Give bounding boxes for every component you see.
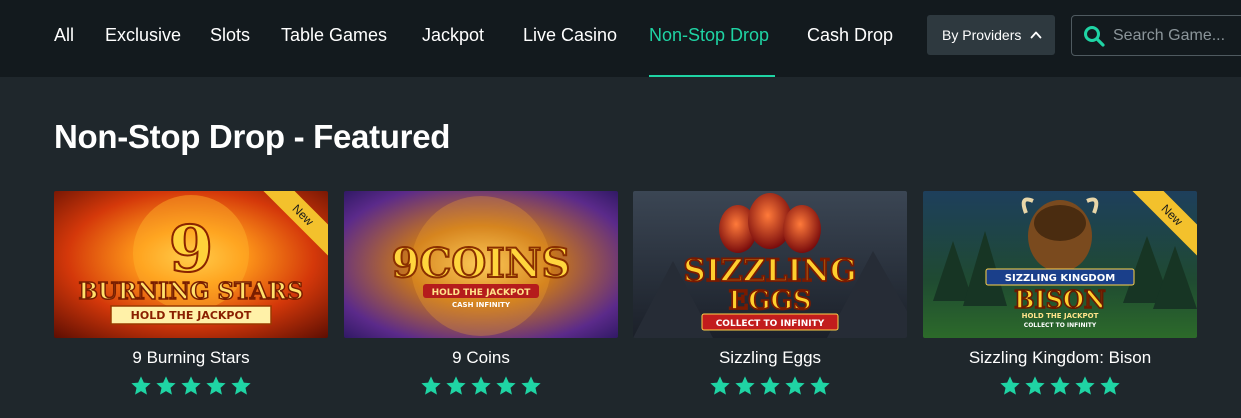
logo-sub2-text: COLLECT TO INFINITY — [1024, 322, 1097, 329]
star-icon — [735, 376, 755, 395]
star-icon — [785, 376, 805, 395]
game-thumbnail[interactable]: SIZZLING KINGDOM BISON HOLD THE JACKPOT … — [923, 191, 1197, 338]
logo-sub-text: HOLD THE JACKPOT — [1022, 312, 1099, 320]
search-box — [1071, 15, 1241, 56]
logo-top-text: SIZZLING KINGDOM — [1005, 273, 1115, 284]
nav-item-cash-drop[interactable]: Cash Drop — [807, 22, 893, 48]
logo-sub-text: HOLD THE JACKPOT — [432, 288, 532, 298]
chevron-up-icon — [1030, 31, 1042, 39]
game-thumbnail[interactable]: 9COINS HOLD THE JACKPOT CASH INFINITY — [344, 191, 618, 338]
star-icon — [206, 376, 226, 395]
game-card-9-burning-stars[interactable]: 9 BURNING STARS HOLD THE JACKPOT New 9 B… — [54, 191, 328, 395]
logo-main-text: 9COINS — [392, 240, 571, 287]
star-icon — [810, 376, 830, 395]
providers-dropdown[interactable]: By Providers — [927, 15, 1055, 55]
star-icon — [521, 376, 541, 395]
rating-stars — [923, 375, 1197, 397]
active-tab-indicator — [649, 75, 775, 77]
logo-sub2-text: CASH INFINITY — [452, 301, 511, 309]
game-card-sizzling-eggs[interactable]: SIZZLING EGGS COLLECT TO INFINITY Sizzli… — [633, 191, 907, 395]
game-title[interactable]: 9 Coins — [344, 348, 618, 368]
rating-stars — [54, 375, 328, 397]
game-thumbnail[interactable]: SIZZLING EGGS COLLECT TO INFINITY — [633, 191, 907, 338]
nav-item-table-games[interactable]: Table Games — [281, 22, 387, 48]
star-icon — [156, 376, 176, 395]
star-icon — [421, 376, 441, 395]
nav-item-all[interactable]: All — [54, 22, 74, 48]
star-icon — [231, 376, 251, 395]
logo-main-text: BURNING STARS — [78, 278, 303, 305]
game-title[interactable]: 9 Burning Stars — [54, 348, 328, 368]
game-title[interactable]: Sizzling Eggs — [633, 348, 907, 368]
star-icon — [131, 376, 151, 395]
star-icon — [496, 376, 516, 395]
nav-item-exclusive[interactable]: Exclusive — [105, 22, 181, 48]
logo-main-text: EGGS — [728, 286, 811, 316]
nav-item-slots[interactable]: Slots — [210, 22, 250, 48]
star-icon — [471, 376, 491, 395]
star-icon — [710, 376, 730, 395]
game-artwork: 9COINS HOLD THE JACKPOT CASH INFINITY — [344, 191, 618, 338]
nav-item-jackpot[interactable]: Jackpot — [422, 22, 484, 48]
logo-sub-text: COLLECT TO INFINITY — [716, 319, 825, 329]
nav-item-non-stop-drop[interactable]: Non-Stop Drop — [649, 22, 769, 48]
search-icon[interactable] — [1083, 25, 1105, 47]
nav-item-live-casino[interactable]: Live Casino — [523, 22, 617, 48]
game-artwork: SIZZLING EGGS COLLECT TO INFINITY — [633, 191, 907, 338]
providers-label: By Providers — [942, 27, 1022, 43]
game-thumbnail[interactable]: 9 BURNING STARS HOLD THE JACKPOT New — [54, 191, 328, 338]
star-icon — [446, 376, 466, 395]
rating-stars — [633, 375, 907, 397]
section-title: Non-Stop Drop - Featured — [54, 118, 451, 155]
logo-top-text: SIZZLING — [683, 253, 856, 289]
star-icon — [1075, 376, 1095, 395]
game-title[interactable]: Sizzling Kingdom: Bison — [923, 348, 1197, 368]
game-card-sizzling-kingdom-bison[interactable]: SIZZLING KINGDOM BISON HOLD THE JACKPOT … — [923, 191, 1197, 395]
star-icon — [1050, 376, 1070, 395]
game-card-9-coins[interactable]: 9COINS HOLD THE JACKPOT CASH INFINITY 9 … — [344, 191, 618, 395]
rating-stars — [344, 375, 618, 397]
star-icon — [181, 376, 201, 395]
logo-sub-text: HOLD THE JACKPOT — [131, 309, 252, 322]
logo-main-text: BISON — [1014, 285, 1106, 314]
star-icon — [760, 376, 780, 395]
star-icon — [1025, 376, 1045, 395]
logo-top-text: 9 — [169, 212, 214, 287]
search-input[interactable] — [1113, 16, 1241, 55]
star-icon — [1100, 376, 1120, 395]
star-icon — [1000, 376, 1020, 395]
top-navigation-bar: All Exclusive Slots Table Games Jackpot … — [0, 0, 1241, 77]
